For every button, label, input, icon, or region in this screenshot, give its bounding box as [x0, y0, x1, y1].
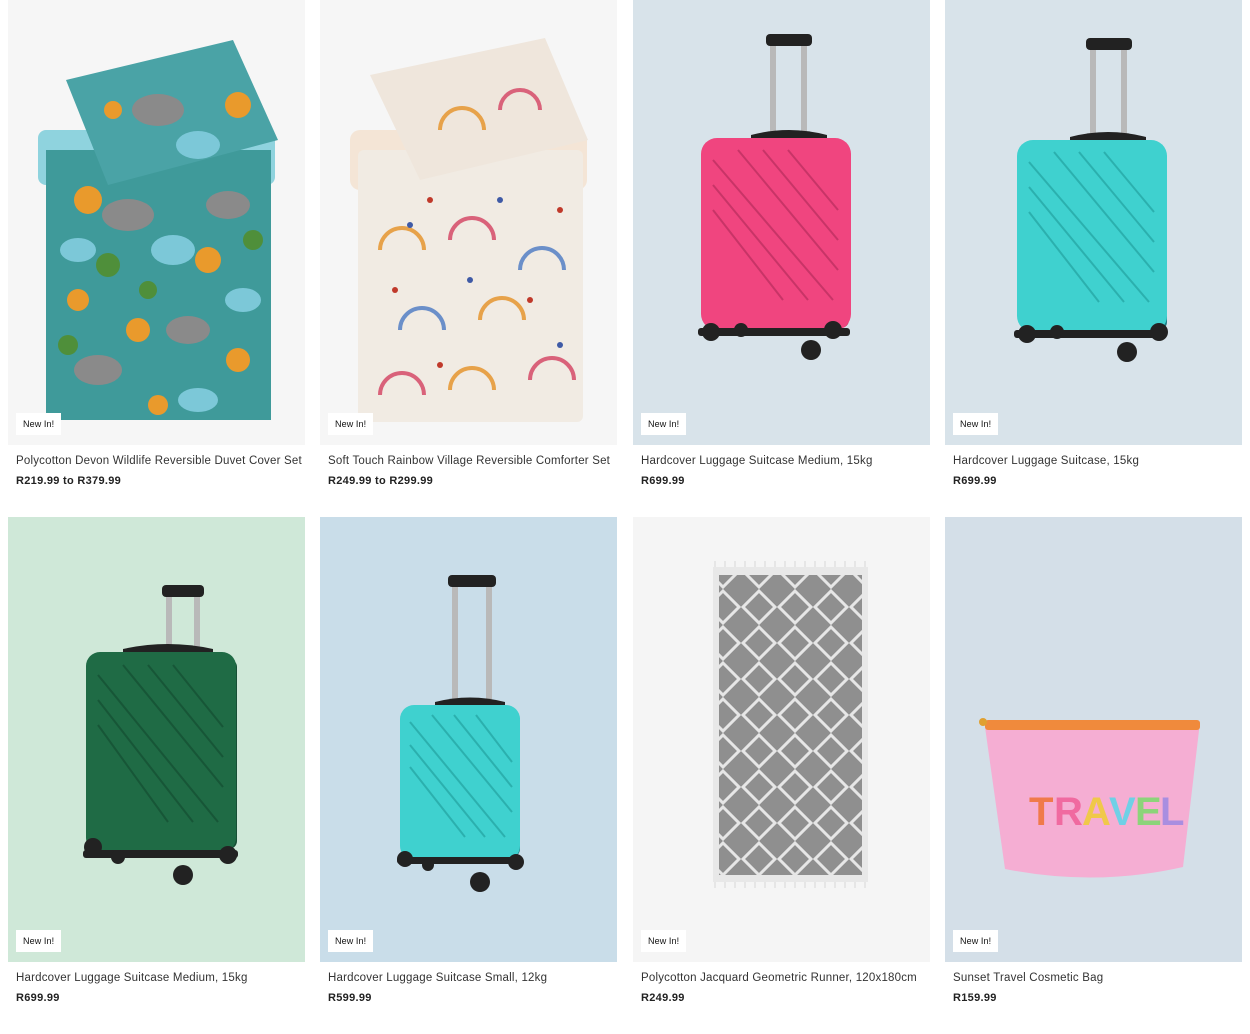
product-title[interactable]: Hardcover Luggage Suitcase, 15kg: [953, 455, 1242, 467]
product-title[interactable]: Hardcover Luggage Suitcase Small, 12kg: [328, 972, 617, 984]
new-in-badge: New In!: [641, 930, 687, 952]
suitcase-image: [8, 517, 305, 962]
cosmetic-bag-image: T R A V E L: [945, 517, 1242, 962]
product-card[interactable]: New In! Polycotton Devon Wildlife Revers…: [8, 0, 305, 487]
product-title[interactable]: Hardcover Luggage Suitcase Medium, 15kg: [16, 972, 305, 984]
product-image[interactable]: T R A V E L New In!: [945, 517, 1242, 962]
product-image[interactable]: New In!: [8, 0, 305, 445]
product-image[interactable]: New In!: [320, 0, 617, 445]
new-in-badge: New In!: [641, 413, 687, 435]
product-card[interactable]: New In! Polycotton Jacquard Geometric Ru…: [633, 517, 930, 1004]
svg-text:T: T: [1029, 790, 1053, 834]
svg-text:V: V: [1109, 790, 1136, 834]
suitcase-image: [320, 517, 617, 962]
product-price: R159.99: [953, 992, 997, 1004]
product-title[interactable]: Polycotton Devon Wildlife Reversible Duv…: [16, 455, 305, 467]
product-price: R699.99: [953, 475, 997, 487]
new-in-badge: New In!: [328, 413, 374, 435]
runner-image: [633, 517, 930, 962]
product-title[interactable]: Sunset Travel Cosmetic Bag: [953, 972, 1242, 984]
product-card[interactable]: New In! Hardcover Luggage Suitcase Mediu…: [8, 517, 305, 1004]
svg-text:E: E: [1135, 790, 1162, 834]
product-price: R699.99: [16, 992, 60, 1004]
product-price: R219.99 to R379.99: [16, 475, 122, 487]
suitcase-image: [945, 0, 1242, 445]
product-grid: New In! Polycotton Devon Wildlife Revers…: [0, 0, 1250, 1034]
product-card[interactable]: T R A V E L New In! Sunset Travel Cosmet…: [945, 517, 1242, 1004]
product-title[interactable]: Soft Touch Rainbow Village Reversible Co…: [328, 455, 617, 467]
product-card[interactable]: New In! Soft Touch Rainbow Village Rever…: [320, 0, 617, 487]
duvet-image: [8, 0, 305, 445]
comforter-image: [320, 0, 617, 445]
suitcase-image: [633, 0, 930, 445]
product-price: R249.99 to R299.99: [328, 475, 434, 487]
product-price: R599.99: [328, 992, 372, 1004]
product-card[interactable]: New In! Hardcover Luggage Suitcase Small…: [320, 517, 617, 1004]
product-card[interactable]: New In! Hardcover Luggage Suitcase Mediu…: [633, 0, 930, 487]
product-card[interactable]: New In! Hardcover Luggage Suitcase, 15kg…: [945, 0, 1242, 487]
product-price: R249.99: [641, 992, 685, 1004]
product-price: R699.99: [641, 475, 685, 487]
product-title[interactable]: Polycotton Jacquard Geometric Runner, 12…: [641, 972, 930, 984]
product-image[interactable]: New In!: [8, 517, 305, 962]
product-image[interactable]: New In!: [633, 517, 930, 962]
new-in-badge: New In!: [953, 930, 999, 952]
svg-text:A: A: [1082, 790, 1111, 834]
product-image[interactable]: New In!: [945, 0, 1242, 445]
product-image[interactable]: New In!: [633, 0, 930, 445]
travel-print-text: T R A V E L: [1029, 790, 1184, 834]
new-in-badge: New In!: [16, 930, 62, 952]
svg-text:L: L: [1160, 790, 1184, 834]
svg-text:R: R: [1054, 790, 1083, 834]
new-in-badge: New In!: [328, 930, 374, 952]
new-in-badge: New In!: [953, 413, 999, 435]
product-image[interactable]: New In!: [320, 517, 617, 962]
product-title[interactable]: Hardcover Luggage Suitcase Medium, 15kg: [641, 455, 930, 467]
new-in-badge: New In!: [16, 413, 62, 435]
